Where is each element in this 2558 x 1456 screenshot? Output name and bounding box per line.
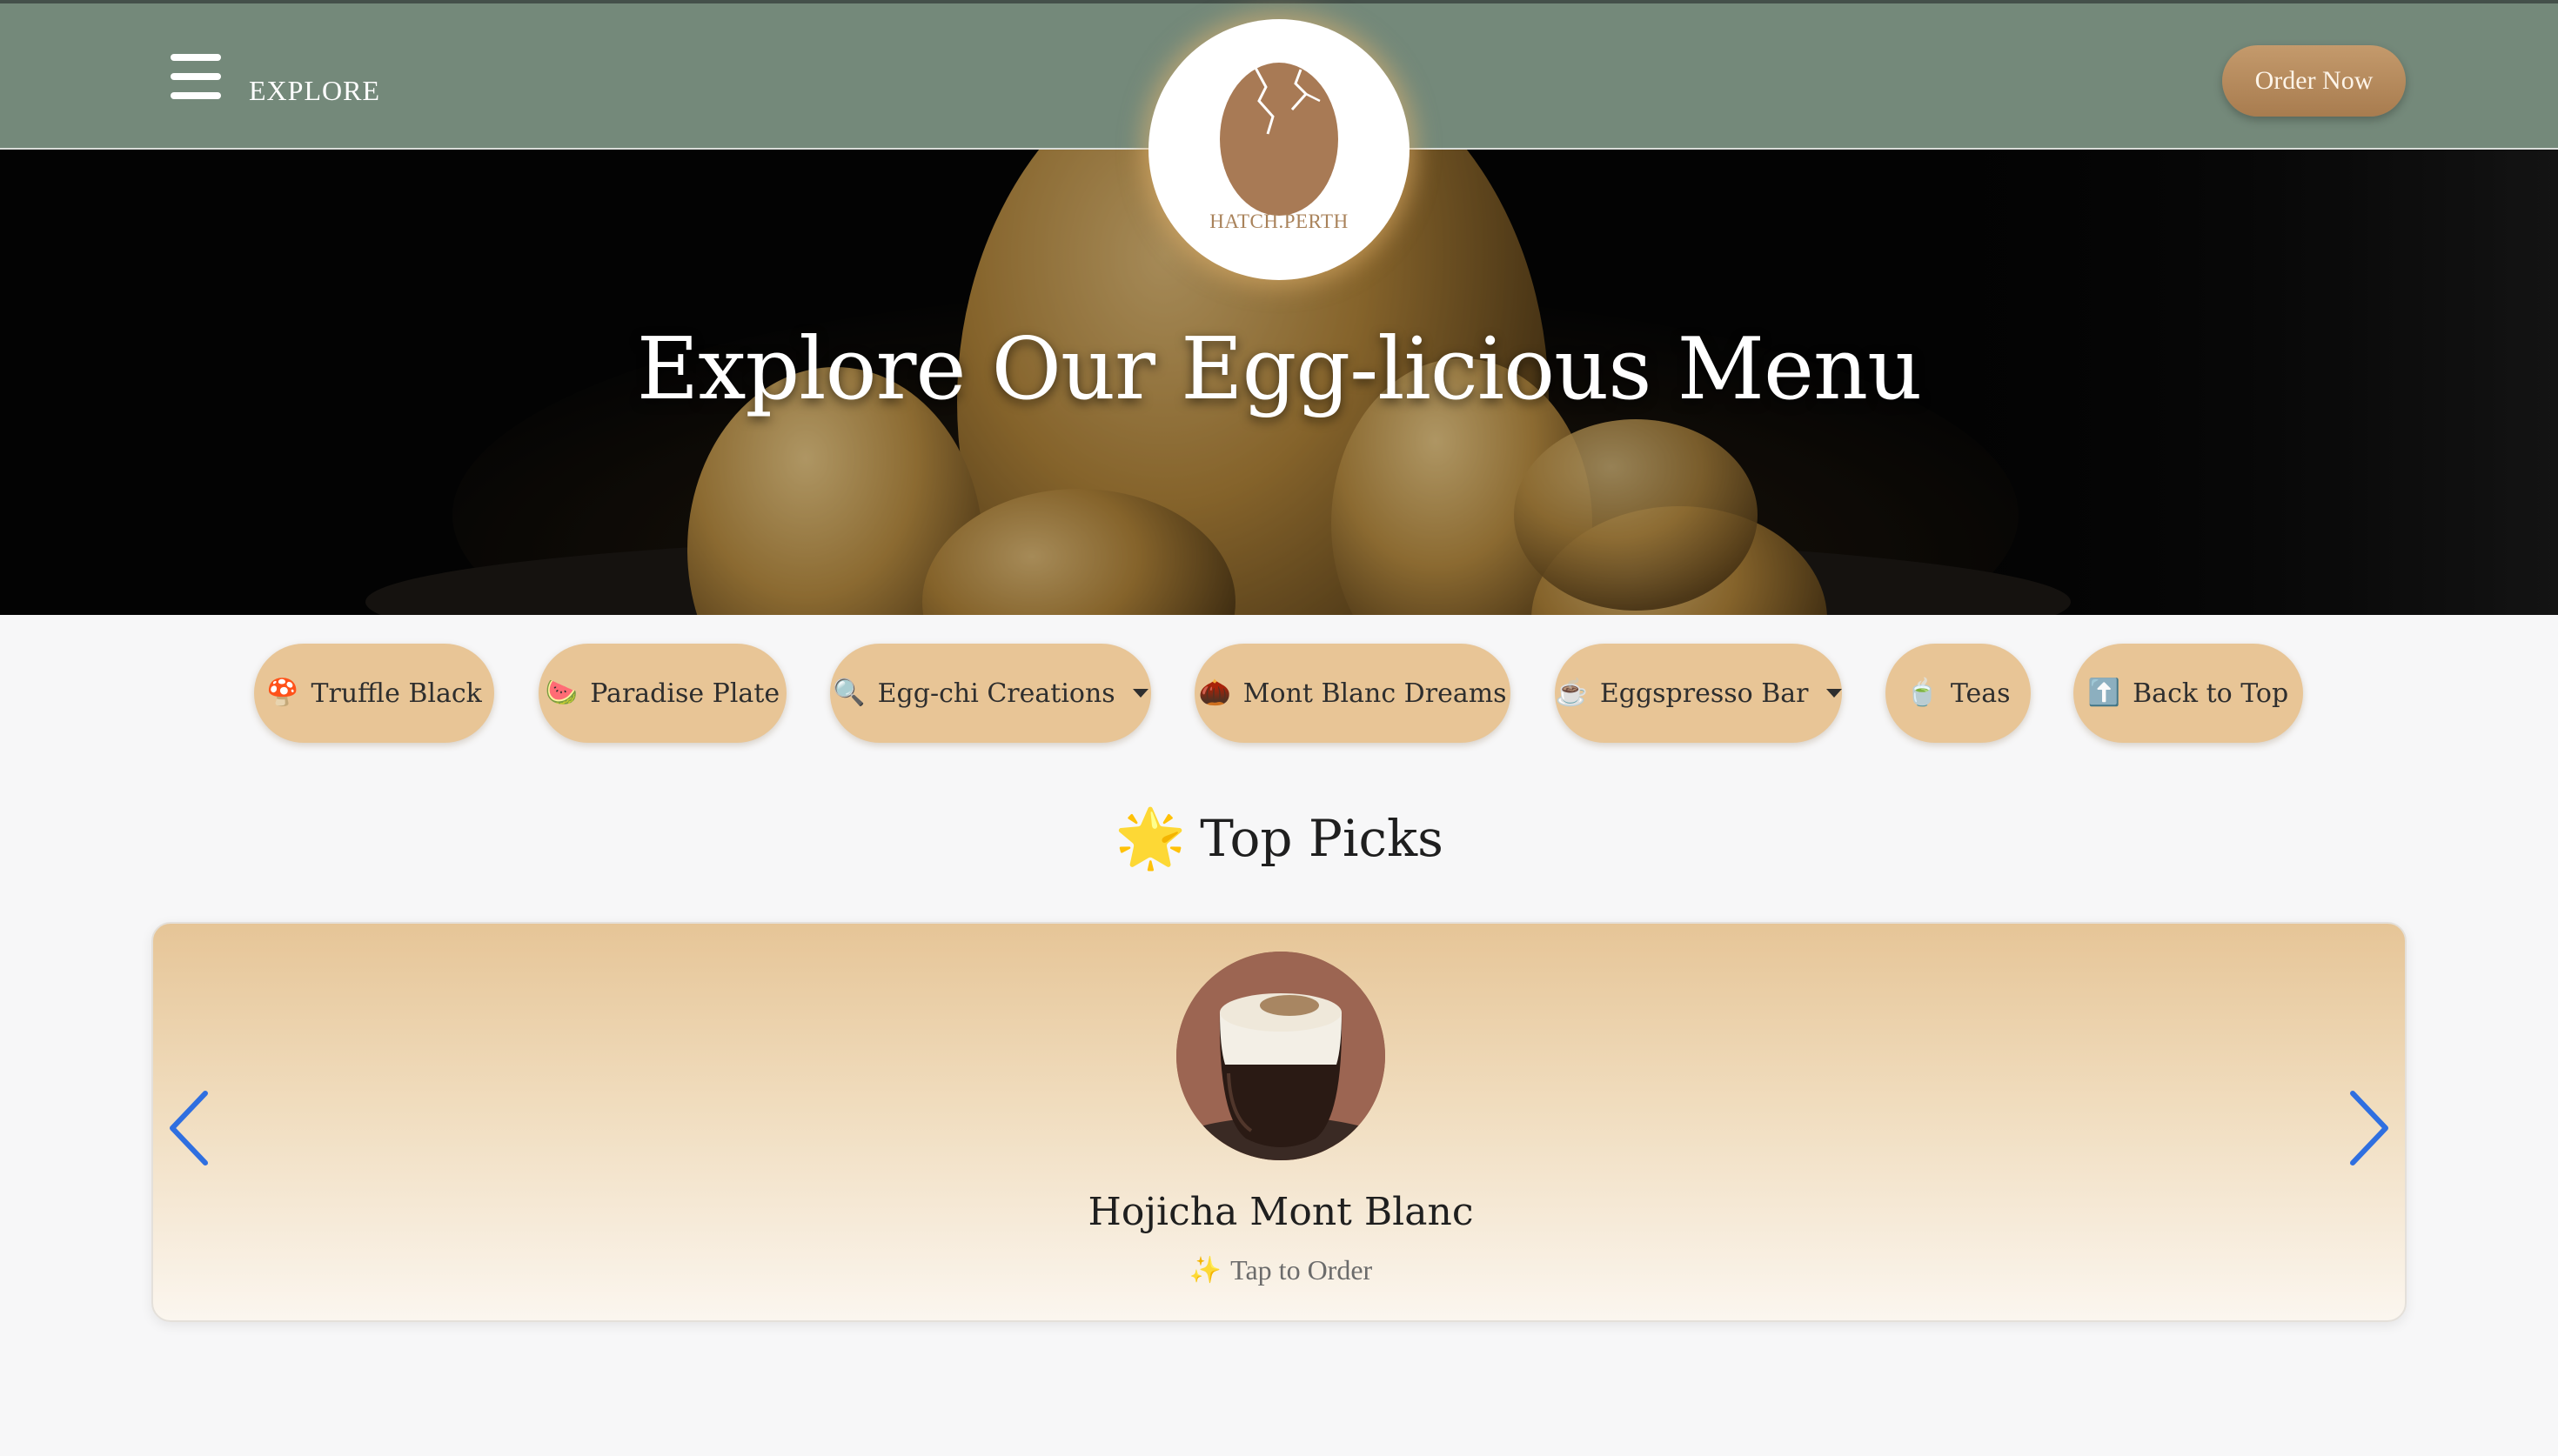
logo[interactable]: HATCH.PERTH [1148,19,1410,280]
hojicha-mont-blanc-image[interactable] [1176,952,1385,1160]
hero-title: Explore Our Egg-licious Menu [636,320,1923,419]
top-picks-carousel: Hojicha Mont Blanc ✨ Tap to Order [151,922,2407,1322]
top-picks-heading: 🌟 Top Picks [0,809,2558,868]
category-label: Mont Blanc Dreams [1242,678,1507,709]
cracked-egg-icon [1220,63,1338,216]
back-to-top-button[interactable]: ⬆️ Back to Top [2073,644,2303,743]
chevron-left-icon[interactable] [165,1085,218,1172]
category-label: Paradise Plate [590,678,780,709]
category-eggspresso-bar[interactable]: ☕ Eggspresso Bar [1555,644,1842,743]
watermelon-icon: 🍉 [545,678,579,708]
logo-text: HATCH.PERTH [1209,210,1349,232]
category-label: Egg-chi Creations [877,678,1115,709]
page: EXPLORE Order Now HATCH.PERTH Explore Ou… [0,0,2558,1456]
category-label: Eggspresso Bar [1599,678,1809,709]
explore-label[interactable]: EXPLORE [249,75,380,107]
category-label: Teas [1950,678,2011,709]
chestnut-icon: 🌰 [1198,678,1231,708]
category-label: Truffle Black [311,678,482,709]
chevron-down-icon [1132,689,1148,698]
hamburger-menu-icon[interactable] [171,54,221,99]
category-egg-chi-creations[interactable]: 🔍 Egg-chi Creations [830,644,1151,743]
star-icon: 🌟 [1115,805,1187,872]
category-mont-blanc-dreams[interactable]: 🌰 Mont Blanc Dreams [1195,644,1510,743]
mushroom-icon: 🍄 [266,678,299,708]
category-teas[interactable]: 🍵 Teas [1885,644,2031,743]
tea-icon: 🍵 [1905,678,1939,708]
tap-to-order-label: Tap to Order [1230,1254,1373,1286]
chevron-down-icon [1825,689,1842,698]
chevron-right-icon[interactable] [2340,1085,2393,1172]
order-now-button[interactable]: Order Now [2222,45,2406,117]
coffee-icon: ☕ [1555,678,1588,708]
magnifier-icon: 🔍 [833,678,866,708]
category-paradise-plate[interactable]: 🍉 Paradise Plate [539,644,787,743]
category-label: Back to Top [2133,678,2289,709]
up-arrow-icon: ⬆️ [2087,678,2121,708]
sparkles-icon: ✨ [1189,1256,1222,1285]
top-picks-title: Top Picks [1200,809,1443,868]
category-truffle-black[interactable]: 🍄 Truffle Black [254,644,494,743]
item-title[interactable]: Hojicha Mont Blanc [153,1190,2408,1234]
tap-to-order-link[interactable]: ✨ Tap to Order [153,1254,2408,1286]
